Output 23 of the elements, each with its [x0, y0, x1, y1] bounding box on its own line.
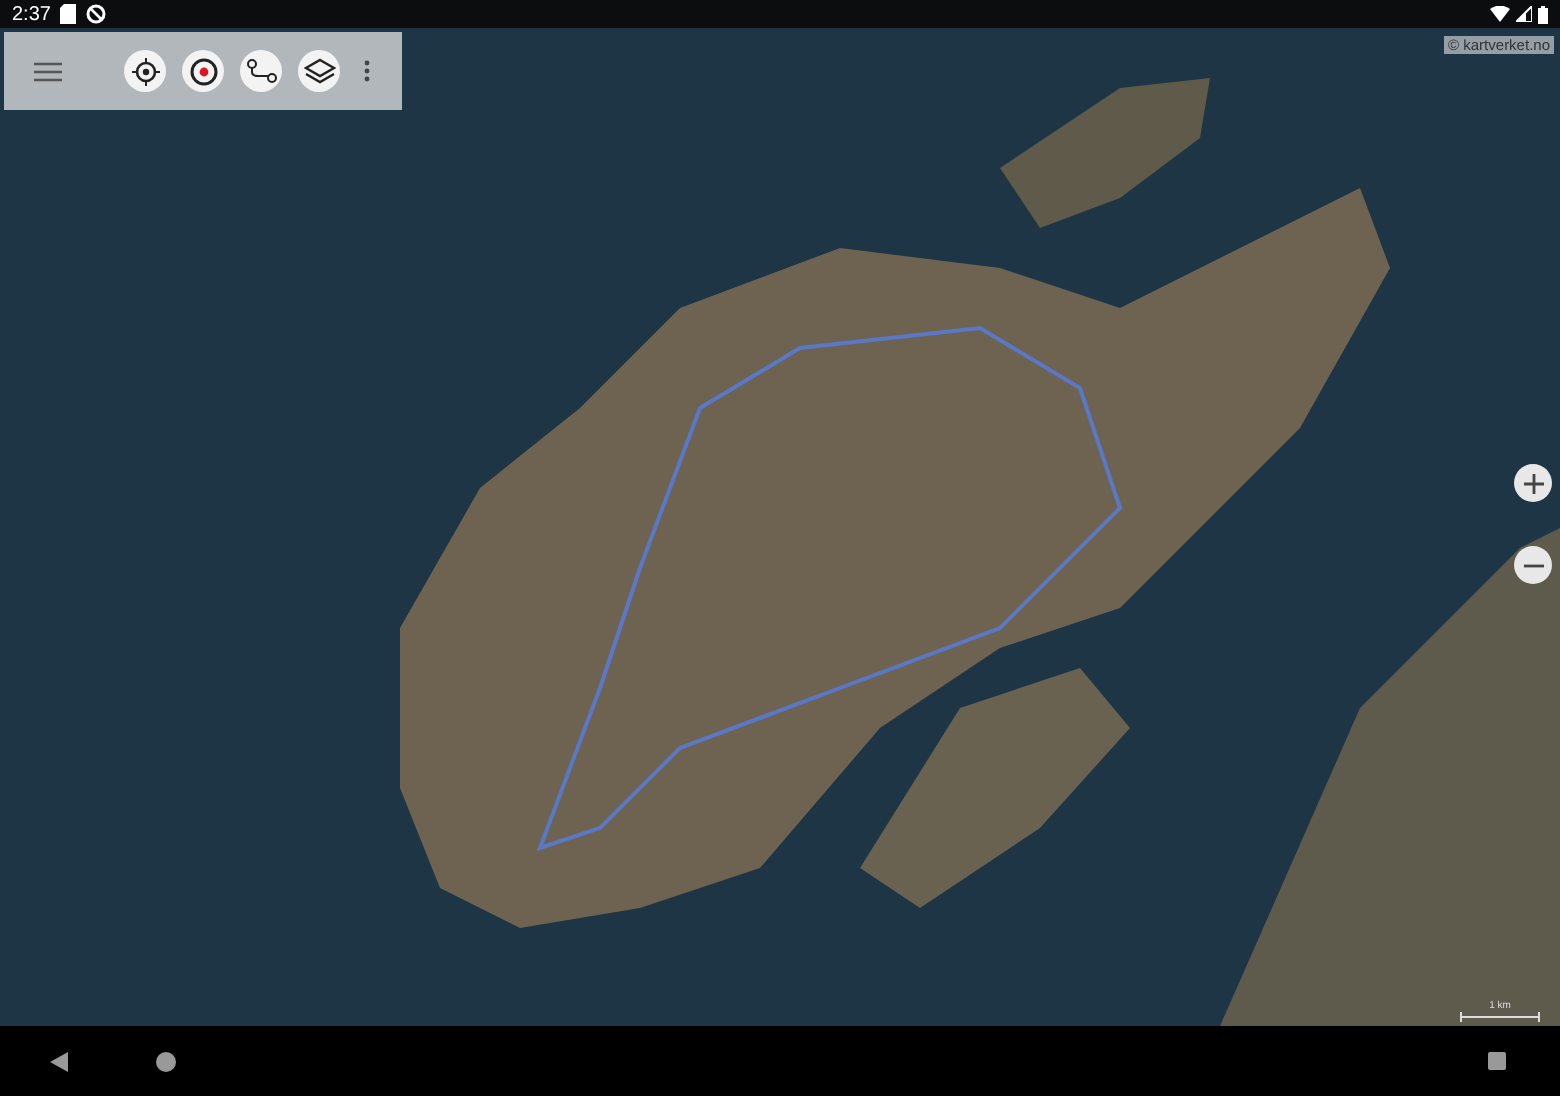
record-icon — [189, 57, 217, 85]
route-icon — [245, 57, 277, 85]
circle-icon — [86, 4, 107, 24]
record-button[interactable] — [182, 50, 224, 92]
more-icon — [364, 60, 370, 82]
sd-card-icon — [60, 4, 77, 24]
plus-icon — [1523, 473, 1543, 493]
minus-icon — [1523, 563, 1543, 567]
signal-icon — [1516, 6, 1532, 22]
battery-icon — [1538, 5, 1548, 23]
menu-button[interactable] — [32, 57, 64, 85]
layers-button[interactable] — [298, 50, 340, 92]
back-icon[interactable] — [50, 1051, 68, 1071]
wifi-icon — [1490, 6, 1510, 22]
menu-icon — [34, 61, 62, 81]
clock-time: 2:37 — [12, 3, 51, 25]
layers-icon — [303, 57, 335, 85]
route-button[interactable] — [240, 50, 282, 92]
satellite-map-drawing[interactable] — [0, 28, 1560, 1026]
locate-button[interactable] — [124, 50, 166, 92]
scale-bar — [1460, 1012, 1540, 1022]
home-icon[interactable] — [156, 1051, 176, 1071]
crosshair-icon — [131, 57, 159, 85]
